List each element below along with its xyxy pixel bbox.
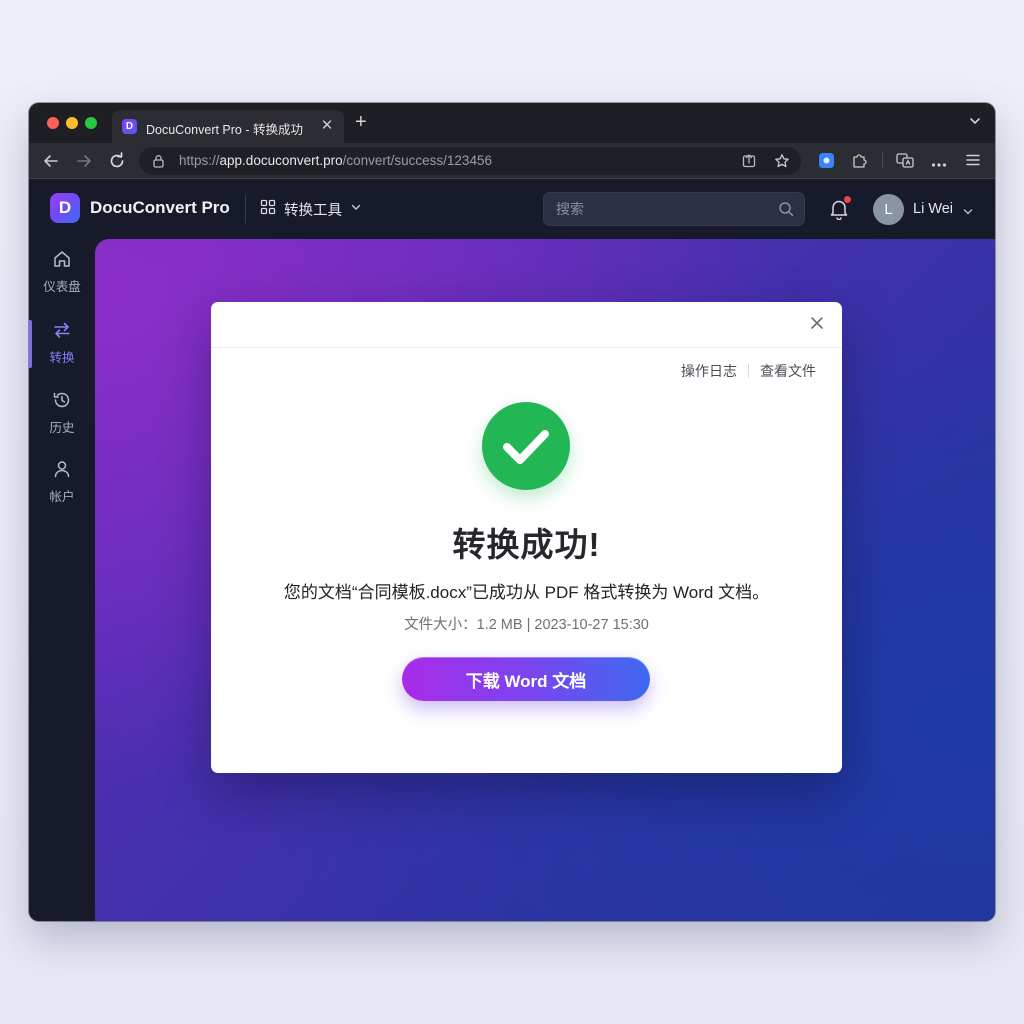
tools-menu-button[interactable]: 转换工具 — [260, 198, 362, 220]
header-divider — [245, 195, 246, 223]
download-word-button[interactable]: 下载 Word 文档 — [402, 657, 650, 701]
reload-icon[interactable] — [107, 151, 127, 171]
sidebar-item-label: 转换 — [49, 351, 75, 365]
sidebar-item-account[interactable]: 帐户 — [29, 453, 95, 513]
tools-label: 转换工具 — [284, 202, 342, 219]
operation-log-link[interactable]: 操作日志 — [681, 361, 737, 381]
sidebar-item-dashboard[interactable]: 仪表盘 — [29, 243, 95, 303]
tab-title: DocuConvert Pro - 转换成功 — [146, 123, 303, 137]
dialog-links: 操作日志 查看文件 — [681, 361, 816, 381]
user-menu-chevron-icon[interactable] — [962, 205, 974, 223]
sidebar-item-convert[interactable]: 转换 — [29, 314, 95, 374]
sidebar-item-label: 历史 — [49, 421, 75, 435]
browser-tab[interactable]: D DocuConvert Pro - 转换成功 ✕ — [112, 110, 344, 143]
window-minimize-button[interactable] — [66, 117, 78, 129]
browser-tab-bar: D DocuConvert Pro - 转换成功 ✕ + — [29, 103, 995, 143]
tab-close-icon[interactable]: ✕ — [318, 116, 336, 134]
toolbar-divider — [882, 153, 883, 169]
logo-letter: D — [58, 198, 72, 217]
grid-icon — [260, 199, 276, 219]
more-options-icon[interactable] — [931, 155, 947, 173]
forward-arrow-icon[interactable] — [74, 151, 94, 171]
window-close-button[interactable] — [47, 117, 59, 129]
puzzle-icon[interactable] — [851, 152, 868, 174]
dialog-divider — [211, 347, 842, 348]
url-text: https://app.docuconvert.pro/convert/succ… — [179, 153, 492, 168]
browser-window: D DocuConvert Pro - 转换成功 ✕ + https://app… — [29, 103, 995, 921]
new-tab-button[interactable]: + — [355, 111, 367, 134]
menu-icon[interactable] — [966, 153, 980, 172]
browser-toolbar: https://app.docuconvert.pro/convert/succ… — [29, 143, 995, 179]
app-header: D DocuConvert Pro 转换工具 L Li Wei — [29, 179, 995, 239]
close-icon[interactable] — [810, 316, 824, 335]
user-icon — [52, 459, 72, 484]
extension-icon[interactable] — [818, 152, 835, 174]
chevron-down-icon — [350, 201, 362, 217]
brand-name[interactable]: DocuConvert Pro — [90, 198, 230, 218]
notification-badge — [844, 196, 851, 203]
share-icon[interactable] — [741, 153, 757, 174]
lock-icon — [152, 154, 165, 173]
sidebar-item-label: 帐户 — [49, 490, 75, 504]
search-icon[interactable] — [778, 201, 794, 222]
url-path: /convert/success/123456 — [342, 153, 492, 168]
file-meta: 文件大小：1.2 MB | 2023-10-27 15:30 — [404, 617, 649, 633]
history-icon — [52, 390, 72, 415]
translate-icon[interactable] — [896, 152, 914, 174]
main-content: 操作日志 查看文件 转换成功! 您的文档“合同模板.docx”已成功从 PDF … — [95, 239, 995, 921]
app-logo-icon[interactable]: D — [50, 193, 80, 223]
bookmark-star-icon[interactable] — [774, 153, 790, 174]
tab-favicon-icon: D — [122, 119, 137, 134]
url-scheme: https:// — [179, 153, 220, 168]
swap-icon — [52, 320, 72, 345]
link-separator — [748, 364, 749, 378]
sidebar-item-history[interactable]: 历史 — [29, 384, 95, 444]
username[interactable]: Li Wei — [913, 201, 953, 217]
success-check-icon — [482, 402, 570, 490]
address-bar[interactable]: https://app.docuconvert.pro/convert/succ… — [139, 147, 801, 175]
window-zoom-button[interactable] — [85, 117, 97, 129]
back-arrow-icon[interactable] — [41, 151, 61, 171]
home-icon — [52, 249, 72, 274]
sidebar: 仪表盘 转换 历史 帐户 — [29, 239, 95, 921]
sidebar-item-label: 仪表盘 — [43, 280, 81, 294]
avatar[interactable]: L — [873, 194, 904, 225]
search-box — [543, 192, 805, 226]
tab-list-chevron-icon[interactable] — [969, 114, 981, 132]
dialog-title: 转换成功! — [452, 526, 601, 563]
search-input[interactable] — [544, 193, 774, 225]
view-file-link[interactable]: 查看文件 — [760, 361, 816, 381]
dialog-message: 您的文档“合同模板.docx”已成功从 PDF 格式转换为 Word 文档。 — [283, 583, 770, 602]
url-host: app.docuconvert.pro — [219, 153, 343, 168]
success-dialog: 操作日志 查看文件 转换成功! 您的文档“合同模板.docx”已成功从 PDF … — [211, 302, 842, 773]
